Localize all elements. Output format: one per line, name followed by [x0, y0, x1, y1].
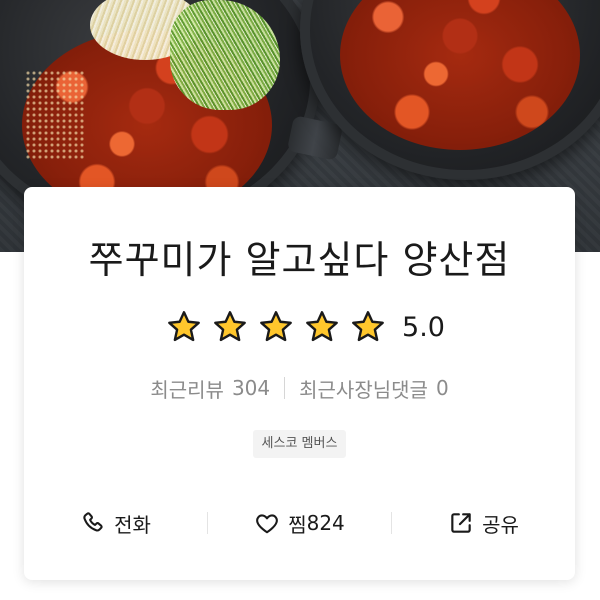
share-button[interactable]: 공유: [392, 509, 575, 538]
call-label: 전화: [114, 512, 151, 537]
share-icon: [451, 513, 471, 533]
store-info-card: 쭈꾸미가 알고싶다 양산점 5.0 최근리뷰 304 최근사장님댓글 0 세스코…: [24, 187, 575, 580]
sesame-seeds: [25, 70, 85, 160]
owner-comment-count: 0: [435, 376, 449, 400]
favorite-count: 824: [306, 511, 345, 535]
badge-container: 세스코 멤버스: [24, 430, 575, 458]
recent-review-count: 304: [231, 376, 271, 400]
phone-icon: [83, 512, 103, 532]
call-button[interactable]: 전화: [24, 509, 207, 538]
store-detail-screen: 쭈꾸미가 알고싶다 양산점 5.0 최근리뷰 304 최근사장님댓글 0 세스코…: [0, 0, 600, 600]
review-stats: 최근리뷰 304 최근사장님댓글 0: [24, 373, 575, 403]
owner-comments-link[interactable]: 최근사장님댓글 0: [299, 374, 449, 403]
recent-review-label: 최근리뷰: [150, 377, 224, 402]
store-name: 쭈꾸미가 알고싶다 양산점: [88, 238, 511, 282]
rating-row: 5.0: [24, 307, 575, 347]
star-icon: [352, 311, 384, 342]
action-bar: 전화 찜 824 공유: [24, 503, 575, 543]
favorite-label: 찜: [288, 512, 307, 537]
heart-icon: [256, 514, 279, 534]
favorite-button[interactable]: 찜 824: [208, 509, 391, 538]
star-icon: [260, 311, 292, 342]
rating-value: 5.0: [402, 311, 445, 343]
cesco-members-badge: 세스코 멤버스: [252, 430, 347, 458]
star-rating: [166, 309, 386, 345]
star-icon: [168, 311, 200, 342]
owner-comment-label: 최근사장님댓글: [299, 377, 428, 402]
star-icon: [214, 311, 246, 342]
review-divider: [284, 377, 286, 399]
recent-reviews-link[interactable]: 최근리뷰 304: [150, 374, 270, 403]
star-icon: [306, 311, 338, 342]
share-label: 공유: [482, 512, 519, 537]
